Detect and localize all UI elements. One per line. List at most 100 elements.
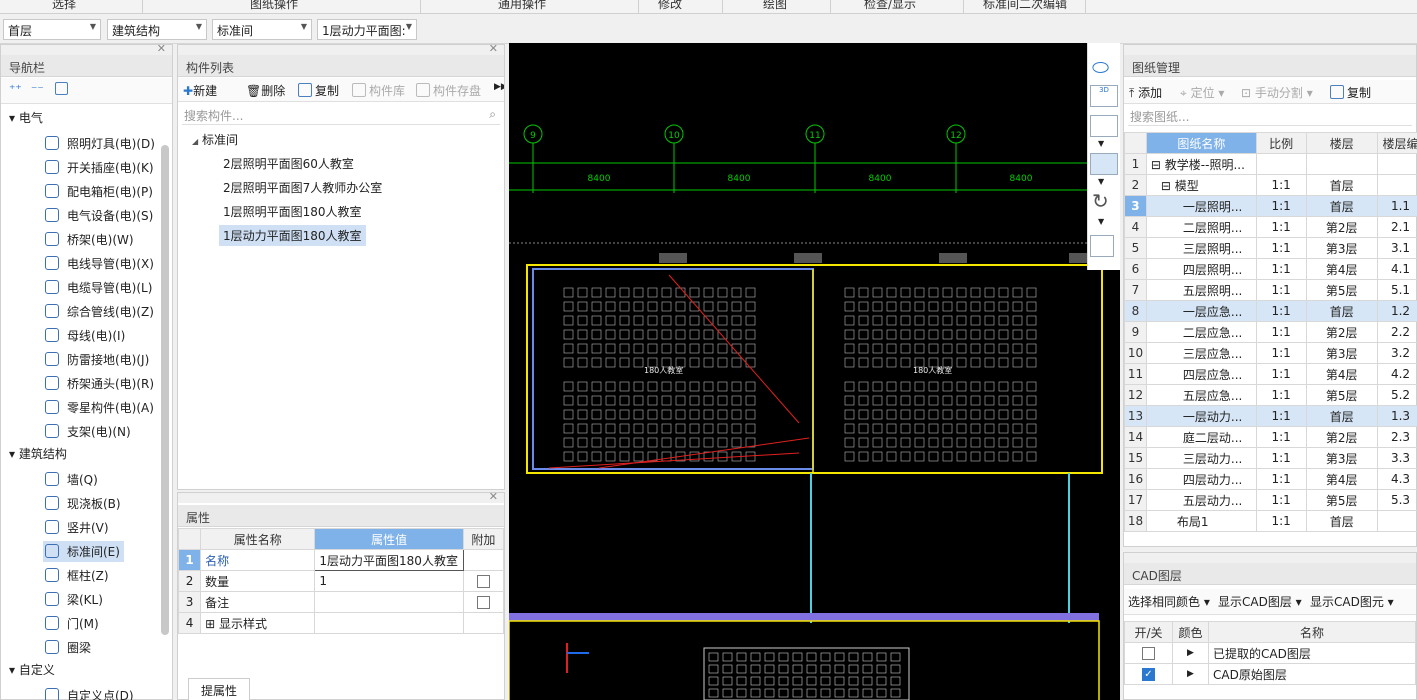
nav-scrollbar[interactable]	[161, 145, 169, 635]
category-select[interactable]: 建筑结构 ▼	[107, 19, 207, 40]
property-row[interactable]: 4 ⊞ 显示样式	[177, 612, 505, 634]
chevron-down-icon[interactable]: ▼	[1098, 177, 1104, 186]
col-prop-extra[interactable]: 附加	[462, 528, 505, 550]
layer-toggle-checkbox[interactable]: ✓	[1142, 668, 1155, 681]
nav-item[interactable]: 竖井(V)	[43, 517, 113, 538]
col-layer-name[interactable]: 名称	[1208, 621, 1416, 643]
col-prop-name[interactable]: 属性名称	[200, 528, 316, 550]
nav-item[interactable]: 配电箱柜(电)(P)	[43, 181, 157, 202]
property-row[interactable]: 3 备注	[177, 591, 505, 613]
save-component-button[interactable]: 构件存盘	[416, 82, 481, 99]
expand-arrow-icon[interactable]: ▶	[1172, 642, 1209, 664]
property-value[interactable]	[314, 591, 464, 613]
nav-group[interactable]: ▾ 自定义	[9, 661, 55, 678]
component-item[interactable]: 1层动力平面图180人教室	[219, 225, 366, 246]
close-icon[interactable]: ✕	[157, 42, 166, 55]
nav-group[interactable]: ▾ 电气	[9, 109, 43, 126]
drawing-row[interactable]: 9 二层应急... 1:1 第2层 2.2	[1124, 321, 1417, 343]
cad-layer-row[interactable]: ✓ ▶ CAD原始图层	[1124, 663, 1416, 685]
library-button[interactable]: 构件库	[352, 82, 405, 99]
nav-item[interactable]: 零星构件(电)(A)	[43, 397, 158, 418]
nav-item[interactable]: 桥架通头(电)(R)	[43, 373, 158, 394]
nav-item[interactable]: 电线导管(电)(X)	[43, 253, 158, 274]
nav-item[interactable]: 桥架(电)(W)	[43, 229, 138, 250]
drawing-row[interactable]: 1 ⊟ 教学楼--照明...	[1124, 153, 1417, 175]
layer-toggle-checkbox[interactable]	[1142, 647, 1155, 660]
drawing-row[interactable]: 7 五层照明... 1:1 第5层 5.1	[1124, 279, 1417, 301]
tree-root[interactable]: ◢ 标准间	[188, 129, 242, 150]
drawing-row[interactable]: 2 ⊟ 模型 1:1 首层	[1124, 174, 1417, 196]
drawing-search-input[interactable]: 搜索图纸...	[1128, 106, 1412, 126]
add-drawing-button[interactable]: ⤒ 添加	[1129, 84, 1162, 101]
select-same-color-button[interactable]: 选择相同颜色 ▾	[1128, 593, 1210, 610]
component-item[interactable]: 2层照明平面图60人教室	[219, 153, 358, 174]
property-row[interactable]: 2 数量 1	[177, 570, 505, 592]
expand-plus-icon[interactable]: ⊞	[205, 617, 219, 631]
menu-room-edit[interactable]: 标准间二次编辑	[983, 0, 1067, 12]
new-button[interactable]: ✚新建	[183, 82, 217, 99]
drawing-row[interactable]: 17 五层动力... 1:1 第5层 5.3	[1124, 489, 1417, 511]
nav-item[interactable]: 电气设备(电)(S)	[43, 205, 157, 226]
drawing-row[interactable]: 6 四层照明... 1:1 第4层 4.1	[1124, 258, 1417, 280]
drawing-row[interactable]: 12 五层应急... 1:1 第5层 5.2	[1124, 384, 1417, 406]
drawing-row[interactable]: 15 三层动力... 1:1 第3层 3.3	[1124, 447, 1417, 469]
property-row[interactable]: 1 名称 1层动力平面图180人教室	[177, 549, 505, 571]
rotate-icon[interactable]: ↻	[1092, 189, 1109, 213]
nav-item[interactable]: 支架(电)(N)	[43, 421, 135, 442]
cad-canvas[interactable]: 9 10 11 12 8400 8400 8400 8400 180人教室 18…	[509, 43, 1120, 700]
show-cad-element-button[interactable]: 显示CAD图元 ▾	[1310, 593, 1394, 610]
layer-view-icon[interactable]	[1090, 235, 1114, 257]
copy-drawing-button[interactable]: 复制	[1330, 84, 1371, 101]
tab-properties[interactable]: 提属性	[188, 678, 250, 700]
nav-item[interactable]: 照明灯具(电)(D)	[43, 133, 159, 154]
property-value[interactable]: 1	[314, 570, 464, 592]
collapse-all-icon[interactable]: ⁻⁻	[31, 82, 44, 96]
checkbox[interactable]	[476, 596, 490, 609]
drawing-row[interactable]: 14 庭二层动... 1:1 第2层 2.3	[1124, 426, 1417, 448]
drawing-row[interactable]: 13 一层动力... 1:1 首层 1.3	[1124, 405, 1417, 427]
nav-item[interactable]: 门(M)	[43, 613, 103, 634]
nav-item[interactable]: 圈梁	[43, 637, 95, 658]
col-color[interactable]: 颜色	[1172, 621, 1209, 643]
menu-select[interactable]: 选择	[52, 0, 76, 12]
show-cad-layer-button[interactable]: 显示CAD图层 ▾	[1218, 593, 1302, 610]
copy-button[interactable]: 复制	[298, 82, 339, 99]
expand-arrow-icon[interactable]: ▶	[1172, 663, 1209, 685]
col-scale[interactable]: 比例	[1255, 132, 1307, 154]
col-floor[interactable]: 楼层	[1305, 132, 1378, 154]
solid-view-icon[interactable]	[1090, 153, 1118, 175]
nav-item[interactable]: 电缆导管(电)(L)	[43, 277, 156, 298]
col-prop-value[interactable]: 属性值	[314, 528, 464, 550]
floor-select[interactable]: 首层 ▼	[3, 19, 101, 40]
chevron-down-icon[interactable]: ▼	[1098, 217, 1104, 226]
nav-item[interactable]: 框柱(Z)	[43, 565, 113, 586]
component-item[interactable]: 1层照明平面图180人教室	[219, 201, 366, 222]
collapse-minus-icon[interactable]: ⊟	[1151, 158, 1165, 172]
drawing-row[interactable]: 4 二层照明... 1:1 第2层 2.1	[1124, 216, 1417, 238]
split-button[interactable]: ⊡ 手动分割 ▾	[1241, 84, 1313, 101]
collapse-minus-icon[interactable]: ⊟	[1161, 179, 1175, 193]
nav-item[interactable]: 综合管线(电)(Z)	[43, 301, 158, 322]
nav-item[interactable]: 梁(KL)	[43, 589, 107, 610]
search-icon[interactable]: ⌕	[489, 107, 496, 122]
drawing-row[interactable]: 8 一层应急... 1:1 首层 1.2	[1124, 300, 1417, 322]
delete-button[interactable]: 🗑删除	[246, 82, 285, 99]
edit-icon[interactable]	[55, 82, 71, 96]
nav-group[interactable]: ▾ 建筑结构	[9, 445, 67, 462]
locate-button[interactable]: ⌖ 定位 ▾	[1180, 84, 1224, 101]
nav-item[interactable]: 现浇板(B)	[43, 493, 125, 514]
component-item[interactable]: 2层照明平面图7人教师办公室	[219, 177, 386, 198]
nav-item[interactable]: 墙(Q)	[43, 469, 102, 490]
drawing-select[interactable]: 1层动力平面图: ▼	[317, 19, 417, 40]
col-drawing-name[interactable]: 图纸名称	[1145, 132, 1257, 154]
property-value[interactable]	[314, 612, 464, 634]
drawing-row[interactable]: 16 四层动力... 1:1 第4层 4.3	[1124, 468, 1417, 490]
menu-modify[interactable]: 修改	[658, 0, 682, 12]
expand-all-icon[interactable]: ⁺⁺	[9, 82, 22, 96]
col-on-off[interactable]: 开/关	[1124, 621, 1173, 643]
orbit-icon[interactable]: ⬭	[1092, 55, 1109, 79]
component-search-input[interactable]: 搜索构件...	[182, 105, 500, 125]
drawing-row[interactable]: 10 三层应急... 1:1 第3层 3.2	[1124, 342, 1417, 364]
close-icon[interactable]: ✕	[489, 490, 498, 503]
drawing-row[interactable]: 3 一层照明... 1:1 首层 1.1	[1124, 195, 1417, 217]
